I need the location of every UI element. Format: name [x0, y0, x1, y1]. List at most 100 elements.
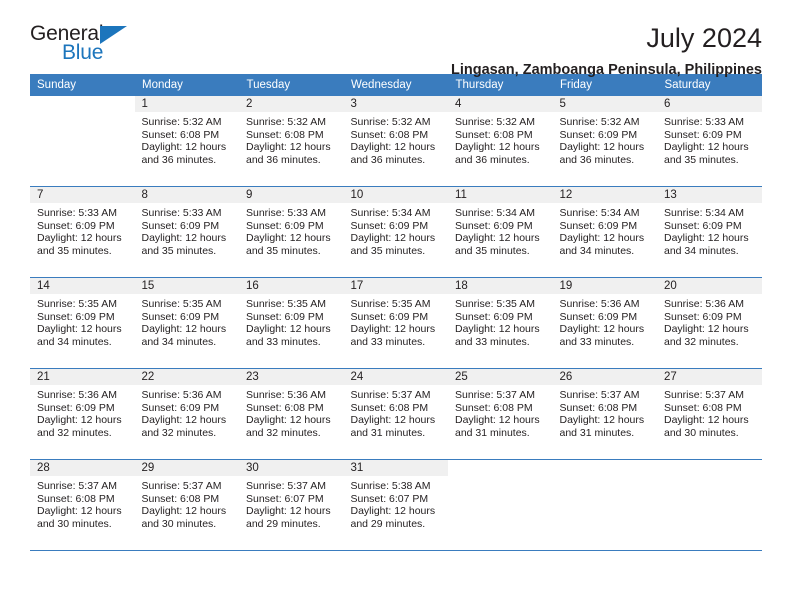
calendar-cell-day[interactable]: 27 Sunrise: 5:37 AM Sunset: 6:08 PM Dayligh…	[657, 368, 762, 460]
daylight-text: and 36 minutes.	[455, 153, 530, 166]
daylight-text: Daylight: 12 hours	[350, 232, 436, 245]
daylight-text: and 36 minutes.	[141, 153, 217, 166]
calendar-cell-day[interactable]: 12 Sunrise: 5:34 AM Sunset: 6:09 PM Dayligh…	[552, 186, 658, 278]
calendar-cell-day[interactable]: 1 Sunrise: 5:32 AM Sunset: 6:08 PM Daylight…	[134, 96, 240, 187]
daylight-text: and 32 minutes.	[664, 335, 739, 348]
daylight-text: and 35 minutes.	[141, 244, 217, 257]
daylight-text: Daylight: 12 hours	[559, 232, 645, 245]
daylight-text: and 36 minutes.	[350, 153, 426, 166]
daylight-text: and 33 minutes.	[246, 335, 321, 348]
day-details: Sunrise: 5:37 AM Sunset: 6:08 PM Daylight:…	[135, 476, 240, 530]
sunset-text: Sunset: 6:08 PM	[455, 128, 533, 141]
sunrise-text: Sunrise: 5:38 AM	[350, 480, 431, 492]
day-details: Sunrise: 5:34 AM Sunset: 6:09 PM Daylight:…	[553, 203, 658, 257]
calendar-week-row: 7 Sunrise: 5:33 AM Sunset: 6:09 PM Daylight…	[30, 186, 762, 278]
calendar-cell-day[interactable]: 28 Sunrise: 5:37 AM Sunset: 6:08 PM Dayligh…	[30, 459, 135, 551]
calendar-cell-day[interactable]: 9 Sunrise: 5:33 AM Sunset: 6:09 PM Daylight…	[239, 186, 344, 278]
calendar-cell-day[interactable]: 21 Sunrise: 5:36 AM Sunset: 6:09 PM Dayligh…	[30, 368, 135, 460]
daylight-text: Daylight: 12 hours	[455, 141, 540, 154]
daylight-text: Daylight: 12 hours	[455, 232, 540, 245]
calendar-cell-day[interactable]: 24 Sunrise: 5:37 AM Sunset: 6:08 PM Dayligh…	[343, 368, 448, 460]
calendar-cell-day[interactable]: 30 Sunrise: 5:37 AM Sunset: 6:07 PM Dayligh…	[239, 459, 344, 551]
calendar-cell-empty	[657, 459, 762, 551]
sunset-text: Sunset: 6:08 PM	[246, 401, 324, 414]
day-details: Sunrise: 5:35 AM Sunset: 6:09 PM Daylight:…	[239, 294, 344, 348]
day-details: Sunrise: 5:32 AM Sunset: 6:08 PM Daylight:…	[135, 112, 240, 166]
calendar-cell-day[interactable]: 17 Sunrise: 5:35 AM Sunset: 6:09 PM Dayligh…	[343, 277, 449, 369]
calendar-cell-day[interactable]: 29 Sunrise: 5:37 AM Sunset: 6:08 PM Dayligh…	[134, 459, 240, 551]
day-number: 3	[343, 96, 448, 112]
calendar-cell-day[interactable]: 26 Sunrise: 5:37 AM Sunset: 6:08 PM Dayligh…	[552, 368, 657, 460]
day-details: Sunrise: 5:35 AM Sunset: 6:09 PM Daylight:…	[344, 294, 449, 348]
daylight-text: and 34 minutes.	[664, 244, 739, 257]
day-number	[552, 460, 657, 476]
daylight-text: Daylight: 12 hours	[455, 323, 540, 336]
sunrise-text: Sunrise: 5:33 AM	[664, 116, 744, 128]
calendar-cell-day[interactable]: 3 Sunrise: 5:32 AM Sunset: 6:08 PM Daylight…	[343, 96, 448, 187]
calendar-cell-day[interactable]: 18 Sunrise: 5:35 AM Sunset: 6:09 PM Dayligh…	[448, 277, 553, 369]
daylight-text: and 35 minutes.	[37, 244, 112, 257]
calendar-cell-day[interactable]: 13 Sunrise: 5:34 AM Sunset: 6:09 PM Dayligh…	[657, 186, 762, 278]
sunrise-text: Sunrise: 5:33 AM	[37, 207, 117, 219]
sunrise-text: Sunrise: 5:34 AM	[455, 207, 535, 219]
day-number: 8	[134, 187, 239, 203]
calendar-cell-day[interactable]: 10 Sunrise: 5:34 AM Sunset: 6:09 PM Dayligh…	[343, 186, 449, 278]
day-number: 4	[448, 96, 553, 112]
daylight-text: Daylight: 12 hours	[246, 141, 331, 154]
calendar-cell-day[interactable]: 6 Sunrise: 5:33 AM Sunset: 6:09 PM Daylight…	[657, 96, 762, 187]
calendar-cell-day[interactable]: 5 Sunrise: 5:32 AM Sunset: 6:09 PM Daylight…	[552, 96, 657, 187]
day-number: 12	[552, 187, 657, 203]
daylight-text: Daylight: 12 hours	[246, 232, 331, 245]
day-number: 14	[30, 278, 135, 294]
calendar-cell-day[interactable]: 7 Sunrise: 5:33 AM Sunset: 6:09 PM Daylight…	[30, 186, 135, 278]
daylight-text: and 32 minutes.	[37, 426, 112, 439]
daylight-text: and 32 minutes.	[141, 426, 217, 439]
day-details: Sunrise: 5:37 AM Sunset: 6:08 PM Daylight:…	[657, 385, 762, 439]
calendar-cell-day[interactable]: 16 Sunrise: 5:35 AM Sunset: 6:09 PM Dayligh…	[239, 277, 344, 369]
day-number	[657, 460, 762, 476]
daylight-text: and 30 minutes.	[37, 517, 112, 530]
day-number: 28	[30, 460, 135, 476]
calendar-cell-day[interactable]: 11 Sunrise: 5:34 AM Sunset: 6:09 PM Dayligh…	[448, 186, 553, 278]
sunset-text: Sunset: 6:09 PM	[664, 219, 742, 232]
calendar-cell-day[interactable]: 25 Sunrise: 5:37 AM Sunset: 6:08 PM Dayligh…	[448, 368, 553, 460]
daylight-text: and 36 minutes.	[559, 153, 635, 166]
daylight-text: Daylight: 12 hours	[246, 414, 331, 427]
day-number: 15	[134, 278, 239, 294]
sunrise-text: Sunrise: 5:32 AM	[246, 116, 326, 128]
daylight-text: and 34 minutes.	[37, 335, 112, 348]
daylight-text: Daylight: 12 hours	[350, 414, 436, 427]
calendar-cell-day[interactable]: 15 Sunrise: 5:35 AM Sunset: 6:09 PM Dayligh…	[134, 277, 239, 369]
sunrise-text: Sunrise: 5:32 AM	[350, 116, 431, 128]
calendar-cell-day[interactable]: 31 Sunrise: 5:38 AM Sunset: 6:07 PM Dayligh…	[343, 459, 449, 551]
day-details: Sunrise: 5:38 AM Sunset: 6:07 PM Daylight:…	[344, 476, 449, 530]
weekday-header-monday: Monday	[134, 74, 240, 96]
calendar-cell-day[interactable]: 14 Sunrise: 5:35 AM Sunset: 6:09 PM Dayligh…	[30, 277, 135, 369]
daylight-text: Daylight: 12 hours	[559, 323, 645, 336]
calendar-cell-empty	[552, 459, 657, 551]
sunset-text: Sunset: 6:09 PM	[664, 310, 742, 323]
sunset-text: Sunset: 6:09 PM	[246, 219, 324, 232]
day-number: 1	[134, 96, 239, 112]
sunrise-text: Sunrise: 5:37 AM	[37, 480, 117, 492]
day-details: Sunrise: 5:36 AM Sunset: 6:09 PM Daylight:…	[657, 294, 762, 348]
day-number: 22	[134, 369, 239, 385]
sunset-text: Sunset: 6:08 PM	[37, 492, 115, 505]
day-number: 21	[30, 369, 135, 385]
sunset-text: Sunset: 6:08 PM	[350, 128, 429, 141]
day-details: Sunrise: 5:34 AM Sunset: 6:09 PM Daylight:…	[344, 203, 449, 257]
calendar-cell-day[interactable]: 8 Sunrise: 5:33 AM Sunset: 6:09 PM Daylight…	[134, 186, 239, 278]
calendar-cell-day[interactable]: 2 Sunrise: 5:32 AM Sunset: 6:08 PM Daylight…	[239, 96, 344, 187]
calendar-cell-day[interactable]: 4 Sunrise: 5:32 AM Sunset: 6:08 PM Daylight…	[448, 96, 553, 187]
daylight-text: and 30 minutes.	[141, 517, 217, 530]
sunrise-text: Sunrise: 5:37 AM	[664, 389, 744, 401]
calendar-cell-day[interactable]: 19 Sunrise: 5:36 AM Sunset: 6:09 PM Dayligh…	[552, 277, 657, 369]
sunset-text: Sunset: 6:09 PM	[664, 128, 742, 141]
sunset-text: Sunset: 6:09 PM	[37, 310, 115, 323]
calendar-cell-day[interactable]: 20 Sunrise: 5:36 AM Sunset: 6:09 PM Dayligh…	[657, 277, 762, 369]
calendar-table: Sunday Monday Tuesday Wednesday Thursday…	[30, 74, 762, 551]
general-blue-logo[interactable]: General Blue	[30, 22, 160, 70]
calendar-cell-day[interactable]: 23 Sunrise: 5:36 AM Sunset: 6:08 PM Dayligh…	[239, 368, 344, 460]
calendar-cell-day[interactable]: 22 Sunrise: 5:36 AM Sunset: 6:09 PM Dayligh…	[134, 368, 239, 460]
day-number: 24	[343, 369, 448, 385]
